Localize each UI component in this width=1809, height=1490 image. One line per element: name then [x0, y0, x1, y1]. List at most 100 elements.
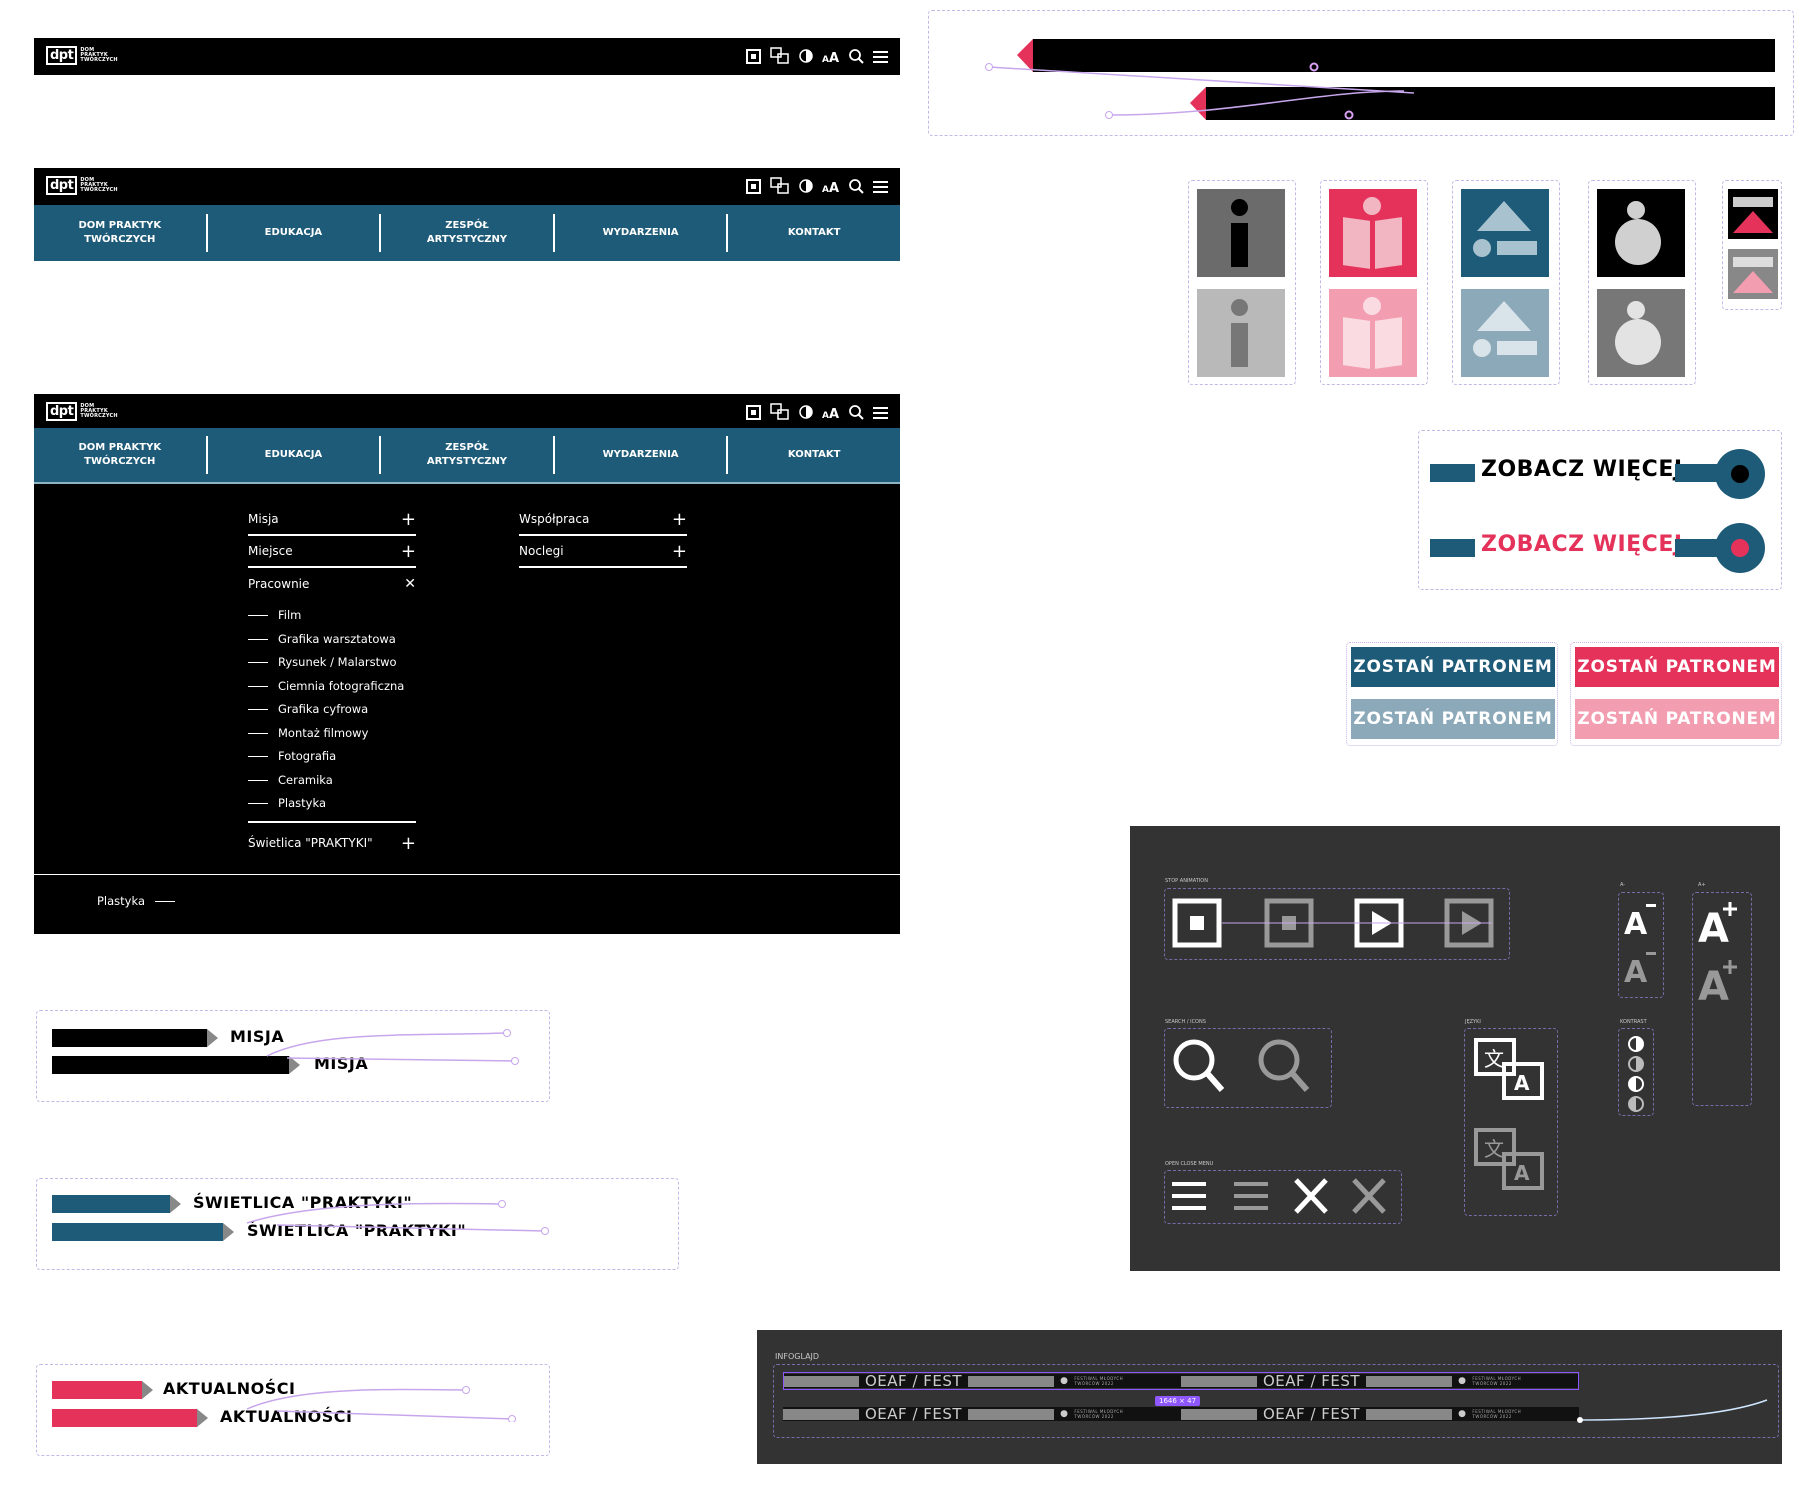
person-tile-group: [1588, 180, 1696, 385]
font-size-icon[interactable]: AA: [822, 179, 840, 193]
svg-text:A: A: [829, 181, 839, 193]
become-patron-button-hover[interactable]: ZOSTAŃ PATRONEM: [1351, 699, 1555, 739]
submenu-item[interactable]: Rysunek / Malarstwo: [248, 655, 397, 669]
search-icon[interactable]: [849, 178, 864, 194]
menu-item-misja[interactable]: Misja +: [248, 504, 416, 536]
sort-tile-group: [1722, 180, 1782, 310]
person-icon[interactable]: [1597, 289, 1685, 377]
selection-box: [783, 1372, 1579, 1390]
book-icon[interactable]: [1329, 289, 1417, 377]
stop-animation-icon[interactable]: [746, 178, 761, 194]
contrast-icon[interactable]: [799, 405, 813, 419]
info-bar-item[interactable]: OEAF / FEST ● FESTIWAL MŁODYCH TWÓRCÓW 20…: [783, 1405, 1181, 1423]
nav-item-dom[interactable]: DOM PRAKTYK TWÓRCZYCH: [34, 436, 208, 474]
submenu-item[interactable]: Grafika warsztatowa: [248, 632, 396, 646]
menu-item-miejsce[interactable]: Miejsce +: [248, 536, 416, 568]
hamburger-icon[interactable]: [1172, 1178, 1402, 1218]
hamburger-icon[interactable]: [873, 406, 888, 419]
nav-item-edukacja[interactable]: EDUKACJA: [208, 214, 382, 252]
logo[interactable]: dpt DOM PRAKTYK TWÓRCZYCH: [46, 402, 118, 421]
stop-animation-icon[interactable]: [746, 48, 761, 64]
shapes-icon[interactable]: [1461, 189, 1549, 277]
arrow-circle-icon: [1715, 449, 1765, 499]
stop-animation-icon[interactable]: [746, 404, 761, 420]
nav-item-zespol[interactable]: ZESPÓŁ ARTYSTYCZNY: [381, 214, 555, 252]
translate-icon[interactable]: [770, 177, 790, 195]
menu-footer-item[interactable]: Plastyka: [97, 894, 175, 908]
header-bar-3: dpt DOM PRAKTYK TWÓRCZYCH AA: [34, 394, 900, 431]
logo-mark: dpt: [46, 46, 78, 65]
info-bar-item[interactable]: OEAF / FEST ● FESTIWAL MŁODYCH TWÓRCÓW 20…: [1181, 1405, 1579, 1423]
search-icon[interactable]: [849, 48, 864, 64]
svg-text:A: A: [1698, 906, 1729, 952]
submenu-item[interactable]: Fotografia: [248, 749, 336, 763]
nav-item-wydarzenia[interactable]: WYDARZENIA: [555, 214, 729, 252]
plus-icon: +: [671, 508, 687, 530]
svg-text:A: A: [1514, 1071, 1530, 1095]
nav-item-kontakt[interactable]: KONTAKT: [728, 214, 900, 252]
submenu-item[interactable]: Ceramika: [248, 773, 333, 787]
see-more-button[interactable]: ZOBACZ WIĘCEJ: [1481, 457, 1683, 482]
svg-text:文: 文: [1484, 1047, 1504, 1071]
submenu-item[interactable]: Plastyka: [248, 796, 326, 810]
stop-animation-icon[interactable]: [1172, 898, 1502, 950]
font-decrease-icon[interactable]: A A: [1622, 898, 1662, 993]
become-patron-button[interactable]: ZOSTAŃ PATRONEM: [1351, 647, 1555, 687]
book-icon[interactable]: [1329, 189, 1417, 277]
submenu-item[interactable]: Montaż filmowy: [248, 726, 368, 740]
submenu-item[interactable]: Ciemnia fotograficzna: [248, 679, 404, 693]
plus-icon: +: [671, 540, 687, 562]
svg-text:A: A: [1514, 1161, 1530, 1185]
divider: [248, 821, 416, 823]
contrast-icon[interactable]: [799, 49, 813, 63]
contrast-icon[interactable]: [1624, 1034, 1648, 1114]
see-more-group: ZOBACZ WIĘCEJ ZOBACZ WIĘCEJ: [1418, 430, 1782, 590]
menu-item-wspolpraca[interactable]: Współpraca +: [519, 504, 687, 536]
translate-icon[interactable]: [770, 47, 790, 65]
icon-states-panel: STOP ANIMATION SEARCH / ICONS OPEN CLOSE…: [1130, 826, 1780, 1271]
translate-icon[interactable]: 文 A 文 A: [1474, 1038, 1554, 1208]
header-bar-2: dpt DOM PRAKTYK TWÓRCZYCH AA: [34, 168, 900, 205]
menu-item-pracownie[interactable]: Pracownie ✕: [248, 568, 416, 600]
hamburger-icon[interactable]: [873, 180, 888, 193]
search-icon[interactable]: [1172, 1038, 1322, 1098]
menu-footer-divider: [34, 874, 900, 875]
font-size-icon[interactable]: AA: [822, 49, 840, 63]
see-more-button-hover[interactable]: ZOBACZ WIĘCEJ: [1481, 532, 1683, 557]
become-patron-button[interactable]: ZOSTAŃ PATRONEM: [1575, 647, 1779, 687]
sort-up-icon[interactable]: [1728, 189, 1778, 239]
become-patron-button-hover[interactable]: ZOSTAŃ PATRONEM: [1575, 699, 1779, 739]
prototype-connector: [1577, 1399, 1768, 1423]
hamburger-icon[interactable]: [873, 50, 888, 63]
main-nav-1: DOM PRAKTYK TWÓRCZYCH EDUKACJA ZESPÓŁ ARTY…: [34, 205, 900, 261]
translate-icon[interactable]: [770, 403, 790, 421]
plus-icon: +: [400, 540, 416, 562]
contrast-icon[interactable]: [799, 179, 813, 193]
menu-item-noclegi[interactable]: Noclegi +: [519, 536, 687, 568]
nav-item-edukacja[interactable]: EDUKACJA: [208, 436, 382, 474]
search-icon[interactable]: [849, 404, 864, 420]
submenu-item[interactable]: Film: [248, 608, 301, 622]
person-icon[interactable]: [1597, 189, 1685, 277]
tag-swietlica-group: ŚWIETLICA "PRAKTYKI" ŚWIETLICA "PRAKTYKI…: [36, 1178, 679, 1270]
drop-icon: ●: [1458, 1409, 1467, 1419]
info-bar-panel: INFOGLAJD OEAF / FEST ● FESTIWAL MŁODYCH…: [757, 1330, 1782, 1464]
logo[interactable]: dpt DOM PRAKTYK TWÓRCZYCH: [46, 46, 118, 65]
info-icon[interactable]: [1197, 189, 1285, 277]
submenu-item[interactable]: Grafika cyfrowa: [248, 702, 368, 716]
nav-item-dom[interactable]: DOM PRAKTYK TWÓRCZYCH: [34, 214, 208, 252]
svg-text:A: A: [1624, 955, 1648, 990]
tag-misja-group: MISJA MISJA: [36, 1010, 550, 1102]
nav-item-zespol[interactable]: ZESPÓŁ ARTYSTYCZNY: [381, 436, 555, 474]
sort-down-icon[interactable]: [1728, 249, 1778, 299]
logo[interactable]: dpt DOM PRAKTYK TWÓRCZYCH: [46, 176, 118, 195]
font-size-icon[interactable]: AA: [822, 405, 840, 419]
font-increase-icon[interactable]: A A: [1696, 898, 1750, 1008]
menu-item-swietlica[interactable]: Świetlica "PRAKTYKI" +: [248, 827, 416, 859]
header-bar-1: dpt DOM PRAKTYK TWÓRCZYCH AA: [34, 38, 900, 75]
nav-item-kontakt[interactable]: KONTAKT: [728, 436, 900, 474]
nav-item-wydarzenia[interactable]: WYDARZENIA: [555, 436, 729, 474]
info-icon[interactable]: [1197, 289, 1285, 377]
shapes-icon[interactable]: [1461, 289, 1549, 377]
svg-text:A: A: [829, 51, 839, 63]
